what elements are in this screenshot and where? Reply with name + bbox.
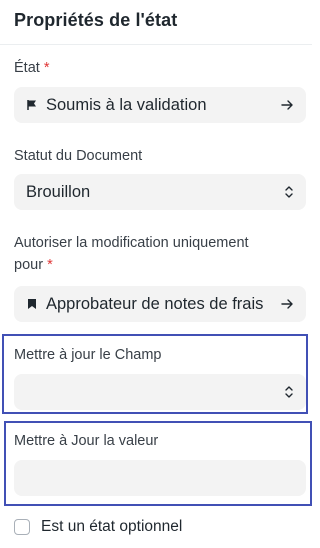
required-mark: * [43,60,50,76]
doc-status-label: Statut du Document [14,148,143,164]
optional-state-row[interactable]: Est un état optionnel [14,516,182,538]
update-value-label: Mettre à Jour la valeur [14,433,159,449]
required-mark: * [47,257,53,273]
optional-state-label: Est un état optionnel [41,518,183,535]
arrow-right-icon[interactable] [274,286,306,322]
select-updown-icon [284,174,294,210]
allow-edit-label: Autoriser la modification uniquement pou… [14,232,249,276]
allow-edit-label-line2: pour [14,257,44,273]
update-value-input[interactable] [14,460,306,496]
state-link-field[interactable]: Soumis à la validation [14,87,306,123]
state-label: État * [14,57,49,79]
header-divider [0,44,312,45]
doc-status-value: Brouillon [26,182,91,201]
panel-title: Propriétés de l'état [14,10,178,30]
select-updown-icon [284,374,294,410]
arrow-right-icon[interactable] [280,87,294,123]
update-field-select[interactable] [14,374,306,410]
update-field-label: Mettre à jour le Champ [14,347,162,363]
allow-edit-link-field[interactable]: Approbateur de notes de frais [14,286,306,322]
allow-edit-value: Approbateur de notes de frais [46,294,264,313]
optional-state-checkbox[interactable] [14,519,30,535]
state-label-text: État [14,60,40,76]
bookmark-icon [26,297,38,311]
flag-icon [26,98,38,112]
allow-edit-label-line1: Autoriser la modification uniquement [14,235,249,251]
state-value: Soumis à la validation [46,95,207,114]
doc-status-select[interactable]: Brouillon [14,174,306,210]
